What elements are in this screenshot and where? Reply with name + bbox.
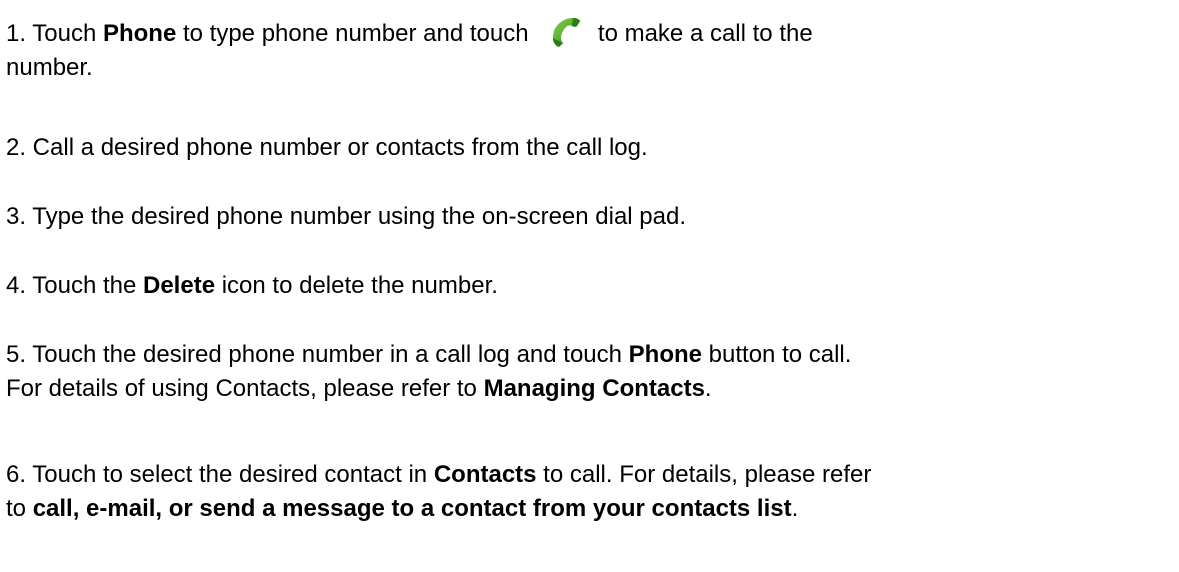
step-1-text-c: to make a call to the [591, 20, 813, 47]
step-6-bold-contacts: Contacts [433, 461, 537, 488]
step-1-text-d: number. [6, 54, 93, 81]
step-5-number: 5. [6, 341, 27, 368]
step-3-number: 3. [6, 203, 27, 230]
step-1-text-b: to type phone number and touch [176, 20, 536, 47]
step-1-number: 1. [6, 20, 27, 47]
step-1-line-1: 1. Touch Phone to type phone number and … [6, 17, 813, 51]
step-5-text-a: Touch the desired phone number in a call… [26, 341, 629, 368]
step-6-number: 6. [6, 461, 27, 488]
step-6-text-c: to [6, 495, 33, 522]
step-6-text-a: Touch to select the desired contact in [26, 461, 434, 488]
step-2-line: 2. Call a desired phone number or contac… [6, 131, 648, 165]
step-5-bold-managing-contacts: Managing Contacts [483, 375, 705, 402]
step-6-line-1: 6. Touch to select the desired contact i… [6, 458, 871, 492]
step-6-text-b: to call. For details, please refer [536, 461, 872, 488]
step-3-text: Type the desired phone number using the … [26, 203, 687, 230]
step-2-number: 2. [6, 134, 27, 161]
step-5-text-b: button to call. [702, 341, 852, 368]
step-5-line-1: 5. Touch the desired phone number in a c… [6, 338, 851, 372]
step-5-line-2: For details of using Contacts, please re… [6, 372, 712, 406]
step-2-text: Call a desired phone number or contacts … [26, 134, 648, 161]
step-3-line: 3. Type the desired phone number using t… [6, 200, 686, 234]
step-4-line: 4. Touch the Delete icon to delete the n… [6, 269, 498, 303]
step-1-line-2: number. [6, 51, 93, 85]
green-phone-handset-icon [543, 17, 583, 51]
step-6-bold-contact-link: call, e-mail, or send a message to a con… [32, 495, 792, 522]
step-4-text-a: Touch the [26, 272, 143, 299]
step-5-text-d: . [704, 375, 712, 402]
step-5-text-c: For details of using Contacts, please re… [6, 375, 484, 402]
step-6-text-d: . [791, 495, 799, 522]
step-6-line-2: to call, e-mail, or send a message to a … [6, 492, 798, 526]
step-4-bold-delete: Delete [143, 272, 216, 299]
step-1-bold-phone: Phone [102, 20, 177, 47]
step-1-text-a: Touch [26, 20, 103, 47]
step-5-bold-phone: Phone [628, 341, 702, 368]
step-4-number: 4. [6, 272, 27, 299]
step-4-text-b: icon to delete the number. [215, 272, 498, 299]
